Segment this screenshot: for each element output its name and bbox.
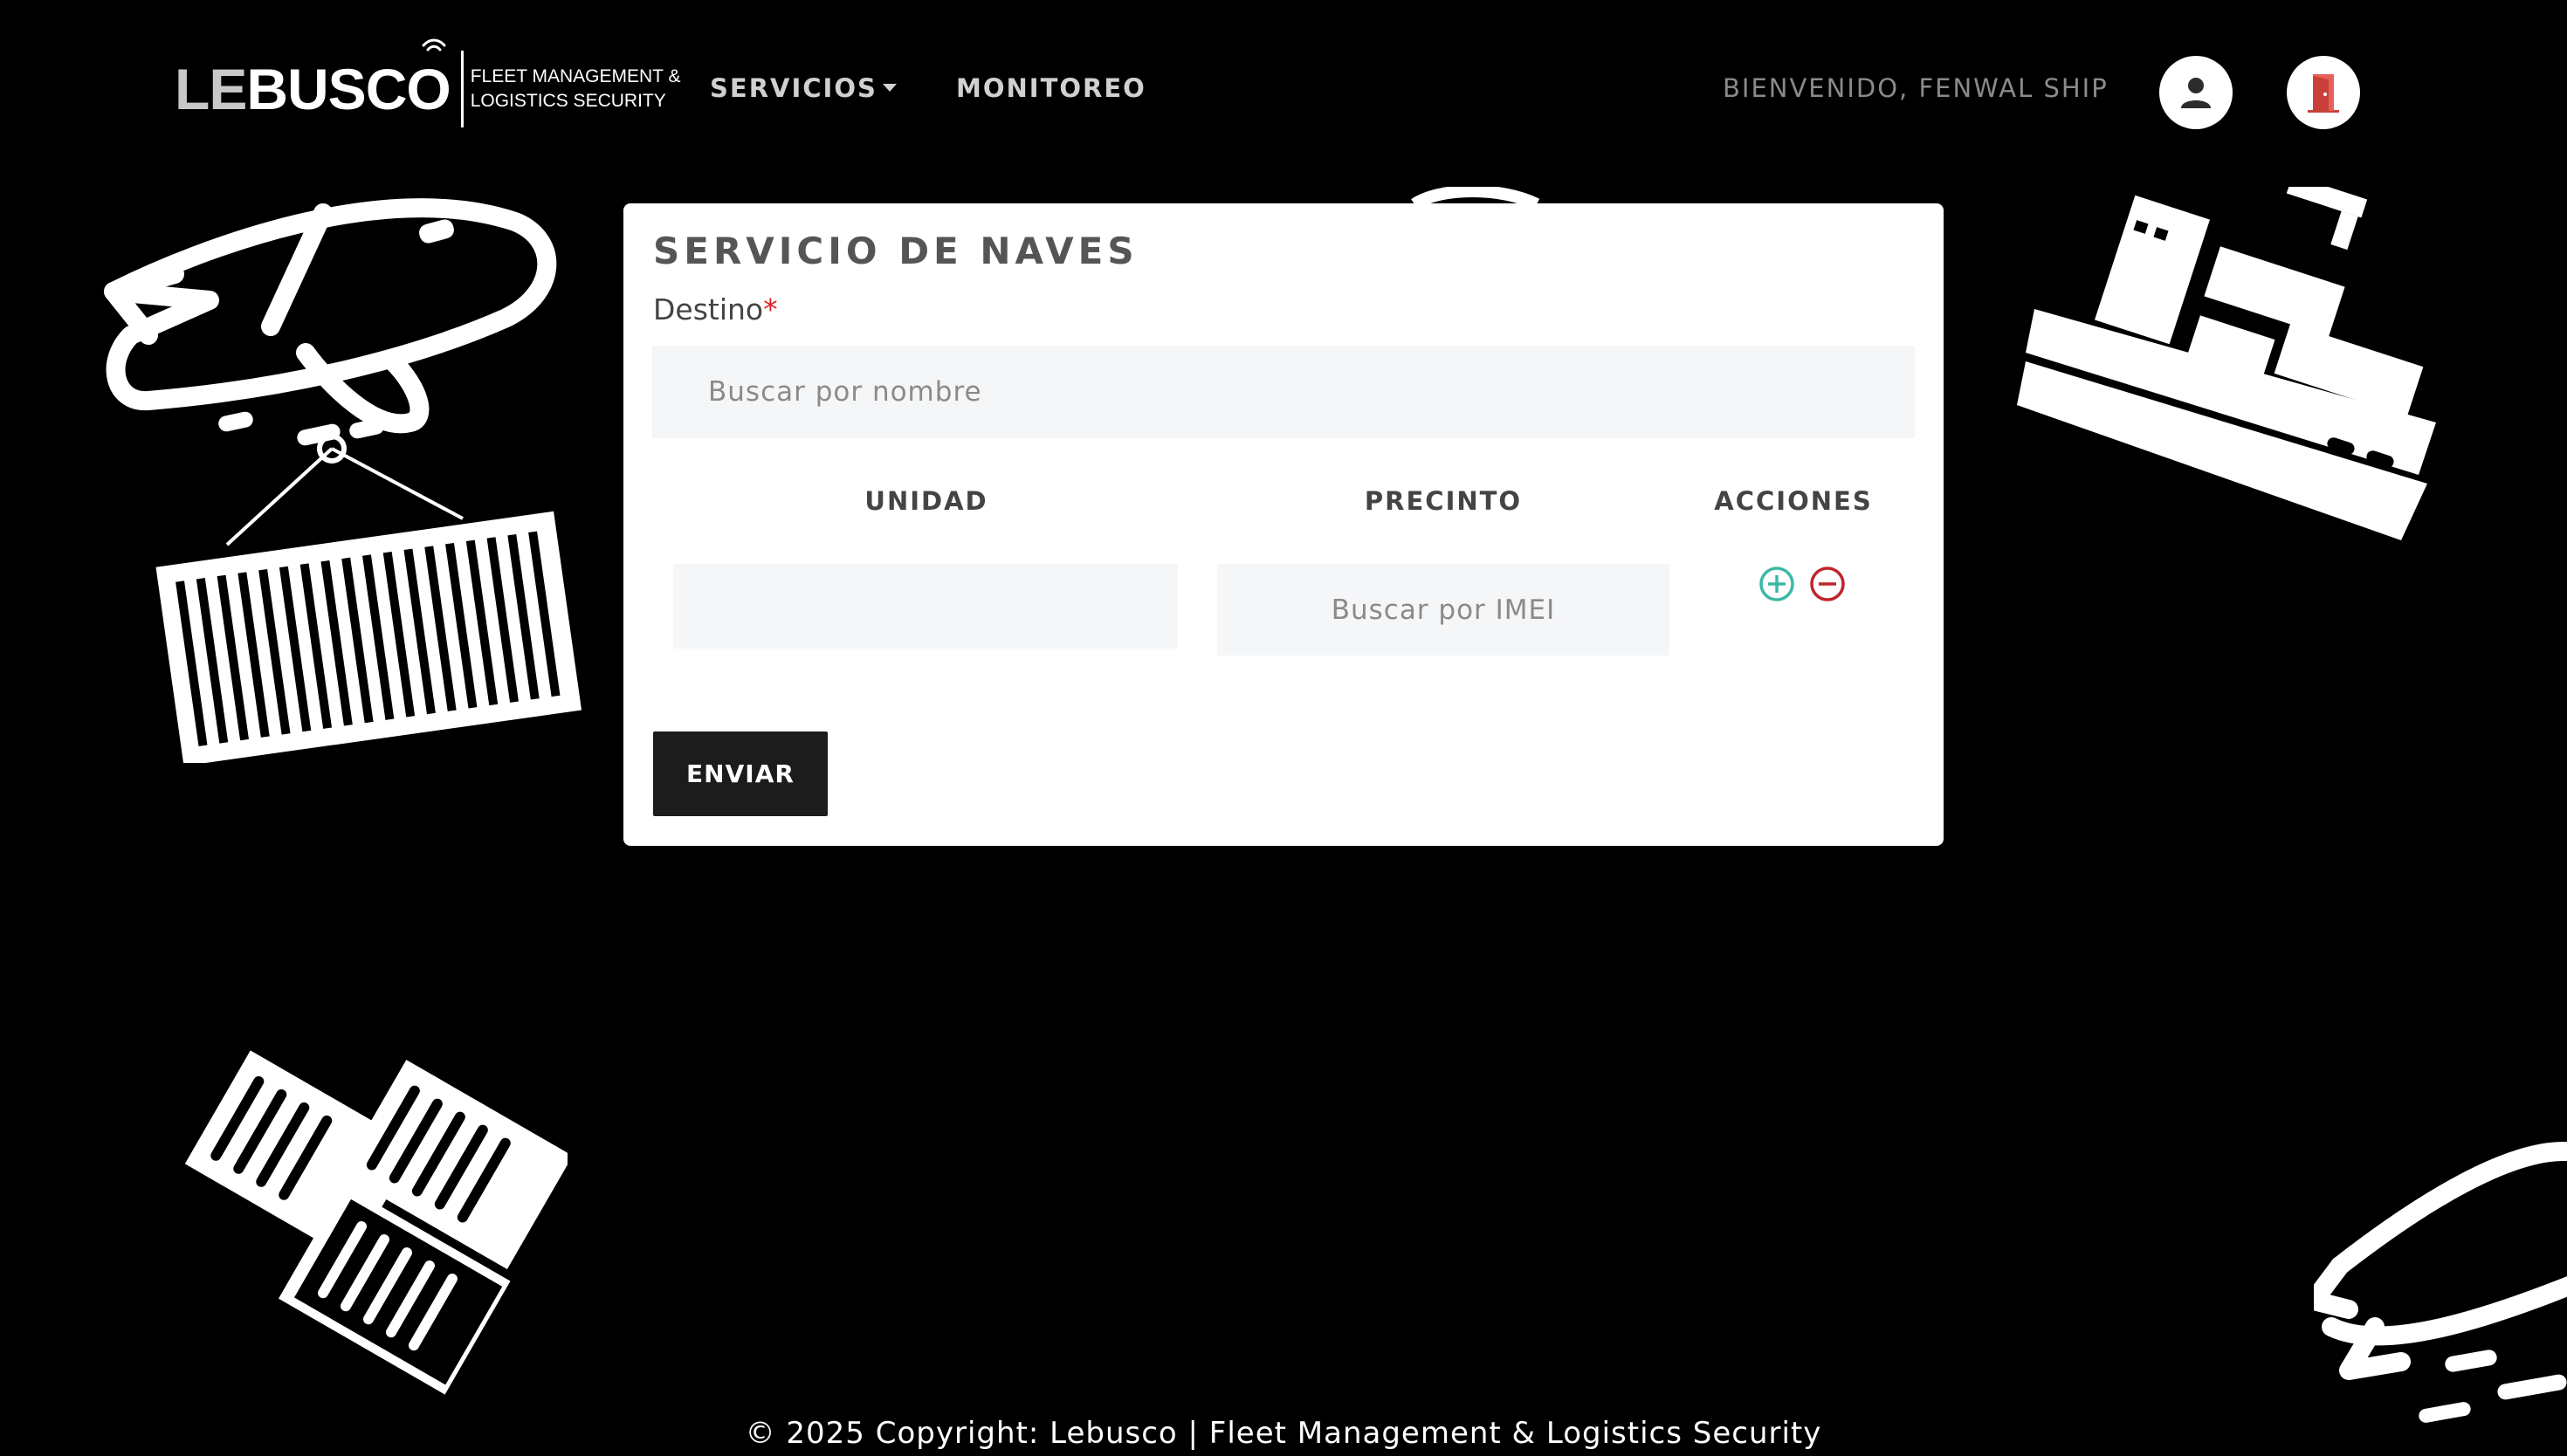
logo-tagline: FLEET MANAGEMENT & LOGISTICS SECURITY — [470, 66, 681, 111]
nav-services-dropdown[interactable]: SERVICIOS — [710, 73, 897, 103]
unit-input[interactable] — [673, 564, 1178, 649]
airplane-illustration — [2314, 1142, 2567, 1423]
cargo-ship-illustration — [2017, 187, 2436, 540]
column-header-seal: PRECINTO — [1364, 486, 1523, 516]
logo-wordmark: LEBUSCO — [175, 38, 451, 122]
plus-circle-icon[interactable] — [1758, 565, 1796, 603]
nav-services-label: SERVICIOS — [710, 73, 877, 103]
destination-search-input[interactable] — [652, 346, 1915, 438]
caret-down-icon — [882, 83, 897, 92]
containers-illustration — [184, 1050, 568, 1395]
logout-button[interactable] — [2287, 56, 2360, 129]
profile-button[interactable] — [2159, 56, 2233, 129]
welcome-text: BIENVENIDO, FENWAL SHIP — [1723, 73, 2109, 103]
airplane-container-illustration — [104, 198, 582, 763]
nav-monitoring-link[interactable]: MONITOREO — [956, 73, 1146, 103]
brand-logo[interactable]: LEBUSCO FLEET MANAGEMENT & LOGISTICS SEC… — [175, 38, 681, 129]
minus-circle-icon[interactable] — [1808, 565, 1847, 603]
footer-copyright: © 2025 Copyright: Lebusco | Fleet Manage… — [745, 1416, 1822, 1451]
submit-button[interactable]: ENVIAR — [653, 731, 828, 816]
seal-imei-search-input[interactable] — [1217, 564, 1669, 656]
destination-label: Destino* — [653, 292, 778, 326]
navbar: LEBUSCO FLEET MANAGEMENT & LOGISTICS SEC… — [0, 0, 2567, 183]
signal-icon — [422, 38, 446, 52]
destination-label-text: Destino — [653, 292, 764, 326]
page: LEBUSCO FLEET MANAGEMENT & LOGISTICS SEC… — [0, 0, 2567, 1456]
required-marker: * — [763, 292, 778, 326]
column-header-unit: UNIDAD — [864, 486, 988, 516]
partial-illustration-top — [1411, 187, 1540, 204]
logo-divider — [460, 51, 464, 127]
column-header-actions: ACCIONES — [1714, 486, 1873, 516]
user-icon — [2181, 78, 2211, 108]
page-title: SERVICIO DE NAVES — [653, 230, 1139, 272]
door-exit-icon — [2308, 74, 2339, 113]
ship-service-card: SERVICIO DE NAVES Destino* UNIDAD PRECIN… — [623, 203, 1944, 846]
